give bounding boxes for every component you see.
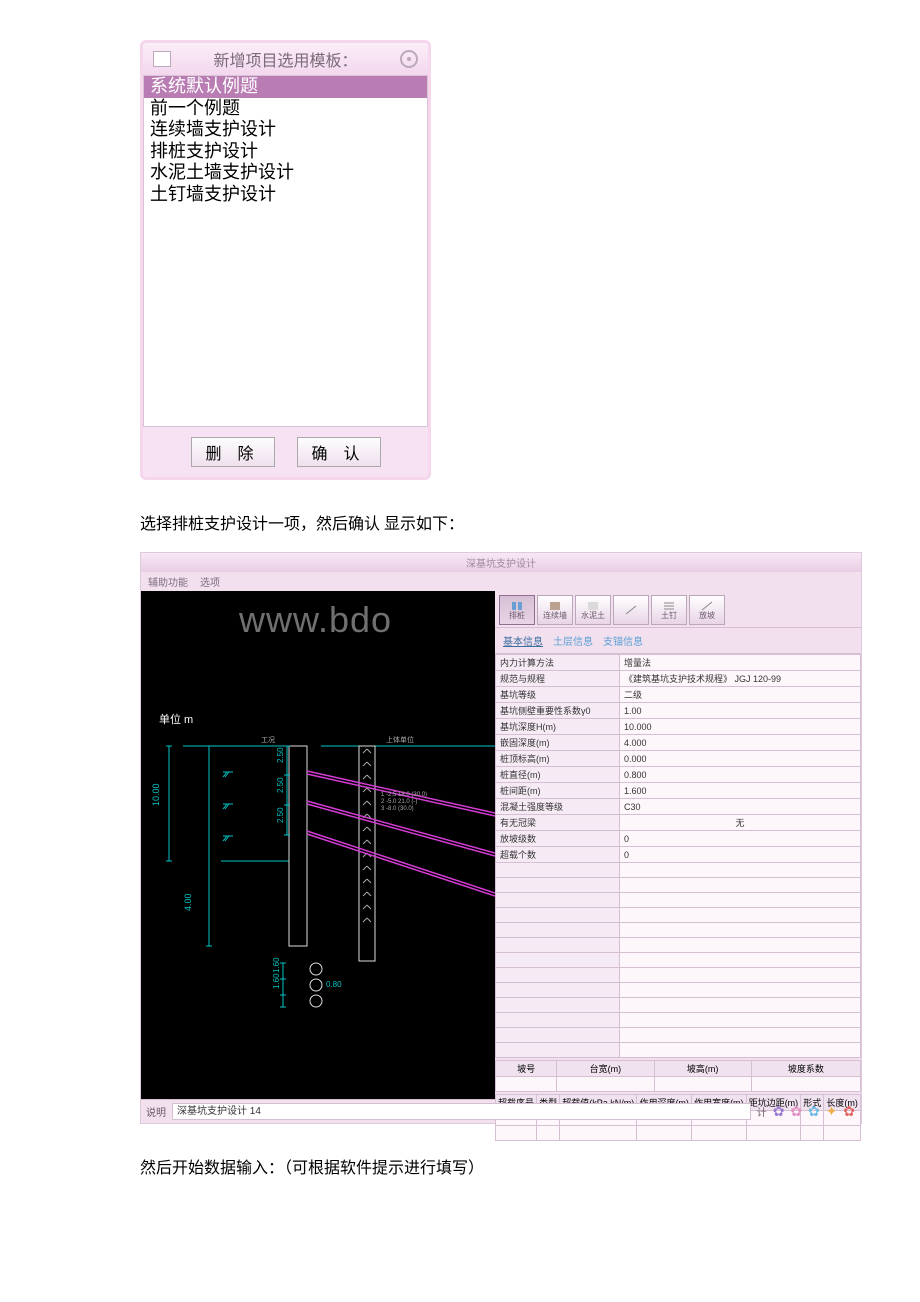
pile-icon: [511, 601, 523, 611]
app-menubar: 辅助功能 选项: [141, 572, 861, 591]
status-value: 深基坑支护设计 14: [172, 1103, 751, 1120]
blank-icon: [625, 605, 637, 615]
structure-type-toolbar: 排桩 连续墙 水泥土: [495, 591, 861, 627]
cement-icon: [587, 601, 599, 611]
dim-left-vertical: 10.00: [151, 783, 161, 806]
toolbtn-tuding[interactable]: 土钉: [651, 595, 687, 625]
anchor-text-2: 2 -5.0 21.0 (-): [381, 799, 417, 805]
slope-icon: [701, 601, 713, 611]
radio-icon: [400, 50, 418, 68]
flower-icon: ✿: [843, 1103, 856, 1119]
ground-label-left: 工况: [261, 736, 275, 744]
dim-below1: 1.60: [272, 957, 281, 973]
tab-anchor[interactable]: 支锚信息: [603, 633, 643, 648]
delete-button[interactable]: 删 除: [191, 437, 275, 467]
wall-icon: [549, 601, 561, 611]
window-icon: [153, 51, 171, 67]
properties-table[interactable]: 内力计算方法增量法 规范与规程《建筑基坑支护技术规程》 JGJ 120-99 基…: [495, 654, 861, 1058]
template-dialog: 新增项目选用模板： 系统默认例题 前一个例题 连续墙支护设计 排桩支护设计 水泥…: [140, 40, 431, 480]
tab-basic[interactable]: 基本信息: [503, 633, 543, 648]
soilnail-icon: [663, 601, 675, 611]
dim-dia: 0.80: [326, 980, 342, 989]
anchor-text-3: 3 -8.0 (30.0): [381, 806, 414, 812]
list-item[interactable]: 前一个例题: [144, 98, 427, 120]
toolbtn-fangpo[interactable]: 放坡: [689, 595, 725, 625]
list-item[interactable]: 水泥土墙支护设计: [144, 162, 427, 184]
dim-seg-mid1: 2.50: [276, 777, 285, 793]
toolbtn-lianxuqiang[interactable]: 连续墙: [537, 595, 573, 625]
menu-item[interactable]: 辅助功能: [148, 574, 188, 589]
caption-text: 选择排桩支护设计一项，然后确认 显示如下：: [140, 510, 900, 534]
app-titlebar: 深基坑支护设计: [141, 553, 861, 572]
list-item[interactable]: 系统默认例题: [144, 76, 427, 98]
status-label: 说明: [146, 1104, 166, 1119]
tab-soil[interactable]: 土层信息: [553, 633, 593, 648]
menu-item[interactable]: 选项: [200, 574, 220, 589]
properties-tabs: 基本信息 土层信息 支锚信息: [495, 627, 861, 654]
toolbtn-blank[interactable]: [613, 595, 649, 625]
list-item[interactable]: 排桩支护设计: [144, 141, 427, 163]
dialog-titlebar: 新增项目选用模板：: [143, 43, 428, 75]
slope-grid[interactable]: 坡号 台宽(m) 坡高(m) 坡度系数: [495, 1060, 861, 1092]
app-title: 深基坑支护设计: [147, 555, 855, 570]
toolbtn-shuinitu[interactable]: 水泥土: [575, 595, 611, 625]
flower-icon: ✿: [773, 1103, 786, 1119]
list-item[interactable]: 土钉墙支护设计: [144, 184, 427, 206]
dim-below2: 1.60: [272, 973, 281, 989]
structure-diagram: 10.00 4.00 2.50 2.50 2.50 1.60 1.60: [141, 591, 495, 1099]
template-list[interactable]: 系统默认例题 前一个例题 连续墙支护设计 排桩支护设计 水泥土墙支护设计 土钉墙…: [143, 75, 428, 427]
list-item[interactable]: 连续墙支护设计: [144, 119, 427, 141]
confirm-button[interactable]: 确 认: [297, 437, 381, 467]
app-window: 深基坑支护设计 辅助功能 选项 www.bdo 单位 m: [140, 552, 862, 1124]
properties-pane: 排桩 连续墙 水泥土: [495, 591, 861, 1099]
ground-label-right: 上体单位: [386, 735, 414, 744]
calc-button[interactable]: 计: [757, 1104, 767, 1119]
flower-icon: ✦: [826, 1103, 839, 1119]
dim-embed: 4.00: [183, 893, 193, 911]
caption-text-2: 然后开始数据输入：（可根据软件提示进行填写）: [140, 1154, 900, 1178]
flower-icon: ✿: [808, 1103, 821, 1119]
dialog-buttons: 删 除 确 认: [143, 427, 428, 477]
flower-icons: ✿ ✿ ✿ ✦ ✿: [773, 1103, 856, 1120]
dim-seg-mid2: 2.50: [276, 807, 285, 823]
drawing-canvas[interactable]: www.bdo 单位 m: [141, 591, 495, 1099]
anchor-text-1: 1 -2.5 18.0 (30.0): [381, 792, 427, 798]
dialog-title: 新增项目选用模板：: [213, 47, 357, 71]
dim-seg-top: 2.50: [276, 747, 285, 763]
toolbtn-paizhuan[interactable]: 排桩: [499, 595, 535, 625]
flower-icon: ✿: [790, 1103, 803, 1119]
